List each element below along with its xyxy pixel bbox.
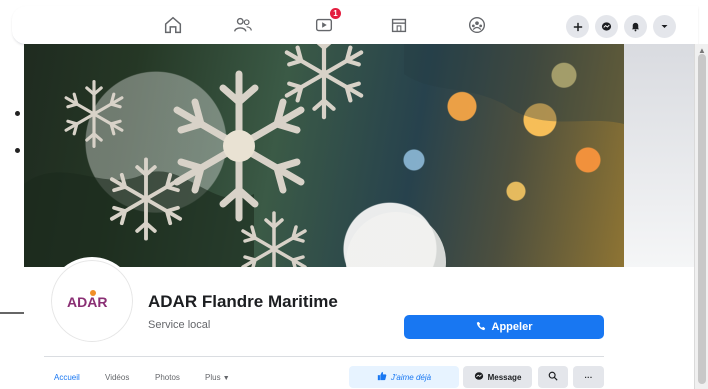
friends-icon[interactable]: [232, 14, 254, 36]
annotation-dot: [15, 111, 20, 116]
phone-icon: [476, 321, 486, 334]
groups-icon[interactable]: [466, 14, 488, 36]
more-button[interactable]: ···: [573, 366, 604, 388]
facebook-page-screenshot: 1 ▲ ADAR ADAR Flandre Maritime Service l…: [0, 0, 708, 389]
call-button[interactable]: Appeler: [404, 315, 604, 339]
tab-plus-label: Plus: [205, 373, 221, 382]
liked-button-label: J'aime déjà: [390, 372, 432, 382]
home-icon[interactable]: [162, 14, 184, 36]
snowflake-cover-art: [24, 44, 624, 267]
messenger-icon: [474, 371, 484, 383]
cover-photo[interactable]: [24, 44, 624, 267]
notifications-icon[interactable]: [624, 15, 647, 38]
watch-icon[interactable]: 1: [313, 8, 341, 36]
message-button[interactable]: Message: [463, 366, 532, 388]
tab-videos[interactable]: Vidéos: [105, 373, 129, 382]
divider: [44, 356, 604, 357]
more-button-label: ···: [584, 372, 593, 382]
liked-button[interactable]: J'aime déjà: [349, 366, 459, 388]
tab-accueil[interactable]: Accueil: [54, 373, 80, 382]
marketplace-icon[interactable]: [388, 14, 410, 36]
plus-icon[interactable]: [566, 15, 589, 38]
tab-photos[interactable]: Photos: [155, 373, 180, 382]
notification-badge: 1: [330, 8, 341, 19]
svg-text:ADAR: ADAR: [67, 294, 107, 310]
tab-plus[interactable]: Plus ▼: [205, 373, 230, 382]
search-button[interactable]: [538, 366, 568, 388]
scrollbar[interactable]: ▲: [694, 44, 708, 389]
left-annotation-area: [0, 0, 48, 389]
page-title: ADAR Flandre Maritime: [148, 292, 338, 311]
caret-down-icon: ▼: [222, 375, 230, 382]
call-button-label: Appeler: [491, 321, 533, 333]
profile-picture[interactable]: ADAR: [48, 257, 136, 345]
message-button-label: Message: [487, 372, 522, 382]
thumbs-up-icon: [377, 371, 387, 383]
messenger-icon[interactable]: [595, 15, 618, 38]
adar-logo: ADAR: [66, 288, 118, 314]
cover-side-gradient: [624, 44, 694, 267]
page-category: Service local: [148, 319, 211, 331]
chevron-down-icon[interactable]: [653, 15, 676, 38]
top-navigation: 1: [12, 6, 698, 45]
annotation-dot: [15, 148, 20, 153]
search-icon: [548, 371, 558, 383]
scroll-thumb[interactable]: [698, 54, 706, 384]
